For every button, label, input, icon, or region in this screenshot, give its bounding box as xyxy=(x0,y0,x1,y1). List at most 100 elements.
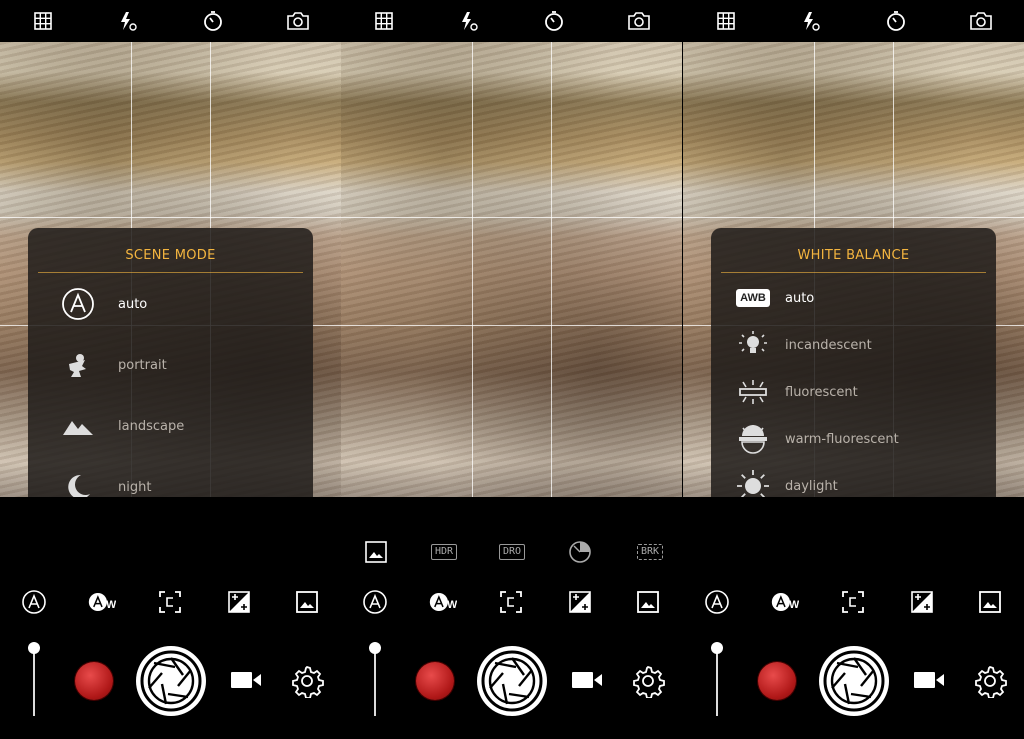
white-balance-menu: WHITE BALANCE AWB auto incandescent fluo… xyxy=(711,228,996,497)
switch-camera-icon[interactable] xyxy=(968,8,994,34)
focus-icon[interactable] xyxy=(839,588,867,616)
white-balance-icon[interactable]: W xyxy=(771,588,799,616)
switch-camera-icon[interactable] xyxy=(626,8,652,34)
awb-icon: AWB xyxy=(733,278,773,318)
grid-icon[interactable] xyxy=(371,8,397,34)
expo-timer-icon[interactable] xyxy=(566,538,594,566)
auto-mode-icon xyxy=(58,284,98,324)
dro-label: DRO xyxy=(498,544,526,560)
camera-panel-photo-modes: HDR DRO BRK W xyxy=(341,0,682,739)
hdr-label: HDR xyxy=(430,544,458,560)
awb-badge-text: W xyxy=(447,599,457,611)
record-button[interactable] xyxy=(75,662,113,700)
video-camera-icon[interactable] xyxy=(913,668,945,692)
option-label: fluorescent xyxy=(785,384,858,400)
video-camera-icon[interactable] xyxy=(230,668,262,692)
switch-camera-icon[interactable] xyxy=(285,8,311,34)
wb-option-fluorescent[interactable]: fluorescent xyxy=(711,372,996,412)
white-balance-icon[interactable]: W xyxy=(88,588,116,616)
wb-option-warm-fluorescent[interactable]: warm-fluorescent xyxy=(711,419,996,459)
camera-panel-white-balance: WHITE BALANCE AWB auto incandescent fluo… xyxy=(683,0,1024,739)
option-label: auto xyxy=(785,290,815,306)
grid-line xyxy=(472,42,473,497)
camera-panel-scene: SCENE MODE auto portrait landscape night… xyxy=(0,0,341,739)
white-balance-icon[interactable]: W xyxy=(429,588,457,616)
menu-divider xyxy=(38,272,303,273)
option-label: night xyxy=(118,479,152,495)
wb-option-daylight[interactable]: daylight xyxy=(711,466,996,497)
scene-mode-icon[interactable] xyxy=(20,588,48,616)
shutter-button[interactable] xyxy=(819,646,889,716)
record-button[interactable] xyxy=(416,662,454,700)
zoom-slider-knob[interactable] xyxy=(28,642,40,654)
exposure-icon[interactable] xyxy=(908,588,936,616)
brk-button[interactable]: BRK xyxy=(633,538,667,566)
option-label: warm-fluorescent xyxy=(785,431,899,447)
grid-line xyxy=(551,42,552,497)
scene-option-night[interactable]: night xyxy=(28,467,313,497)
top-bar xyxy=(683,0,1024,42)
camera-preview[interactable] xyxy=(341,42,682,497)
grid-icon[interactable] xyxy=(713,8,739,34)
gear-icon[interactable] xyxy=(973,664,1007,699)
scene-mode-icon[interactable] xyxy=(703,588,731,616)
gear-icon[interactable] xyxy=(290,664,324,699)
image-icon[interactable] xyxy=(363,538,389,566)
photo-mode-icon[interactable] xyxy=(634,588,662,616)
timer-icon[interactable] xyxy=(200,8,226,34)
zoom-slider[interactable] xyxy=(369,642,381,716)
top-bar xyxy=(341,0,682,42)
hdr-button[interactable]: HDR xyxy=(427,538,461,566)
scene-option-landscape[interactable]: landscape xyxy=(28,406,313,446)
scene-mode-icon[interactable] xyxy=(361,588,389,616)
brk-label: BRK xyxy=(636,544,664,560)
awb-badge-text: W xyxy=(789,599,799,611)
gear-icon[interactable] xyxy=(631,664,665,699)
flash-auto-icon[interactable] xyxy=(798,8,824,34)
wb-option-auto[interactable]: AWB auto xyxy=(711,278,996,318)
zoom-slider-knob[interactable] xyxy=(711,642,723,654)
menu-title: WHITE BALANCE xyxy=(797,248,910,263)
exposure-icon[interactable] xyxy=(225,588,253,616)
flash-auto-icon[interactable] xyxy=(456,8,482,34)
top-bar xyxy=(0,0,341,42)
bulb-icon xyxy=(733,325,773,365)
zoom-slider-knob[interactable] xyxy=(369,642,381,654)
landscape-icon xyxy=(58,406,98,446)
option-label: auto xyxy=(118,296,148,312)
scene-option-auto[interactable]: auto xyxy=(28,284,313,324)
flash-auto-icon[interactable] xyxy=(115,8,141,34)
scene-option-portrait[interactable]: portrait xyxy=(28,345,313,385)
grid-line xyxy=(683,217,1024,218)
timer-icon[interactable] xyxy=(541,8,567,34)
camera-preview[interactable]: SCENE MODE auto portrait landscape night xyxy=(0,42,341,497)
photo-mode-icon[interactable] xyxy=(293,588,321,616)
camera-preview[interactable]: WHITE BALANCE AWB auto incandescent fluo… xyxy=(683,42,1024,497)
grid-icon[interactable] xyxy=(30,8,56,34)
settings-toolbar: W xyxy=(0,586,341,618)
grid-line xyxy=(341,217,682,218)
timer-icon[interactable] xyxy=(883,8,909,34)
capture-controls xyxy=(683,640,1024,735)
wb-option-incandescent[interactable]: incandescent xyxy=(711,325,996,365)
photo-mode-icon[interactable] xyxy=(976,588,1004,616)
awb-badge-text: W xyxy=(106,599,116,611)
shutter-button[interactable] xyxy=(477,646,547,716)
awb-badge: AWB xyxy=(736,289,770,307)
settings-toolbar: W xyxy=(341,586,682,618)
dro-button[interactable]: DRO xyxy=(495,538,529,566)
zoom-slider[interactable] xyxy=(711,642,723,716)
grid-line xyxy=(341,325,682,326)
capture-controls xyxy=(0,640,341,735)
focus-icon[interactable] xyxy=(156,588,184,616)
zoom-slider[interactable] xyxy=(28,642,40,716)
shutter-button[interactable] xyxy=(136,646,206,716)
night-icon xyxy=(58,467,98,497)
settings-toolbar: W xyxy=(683,586,1024,618)
video-camera-icon[interactable] xyxy=(571,668,603,692)
menu-divider xyxy=(721,272,986,273)
record-button[interactable] xyxy=(758,662,796,700)
focus-icon[interactable] xyxy=(497,588,525,616)
exposure-icon[interactable] xyxy=(566,588,594,616)
option-label: incandescent xyxy=(785,337,872,353)
